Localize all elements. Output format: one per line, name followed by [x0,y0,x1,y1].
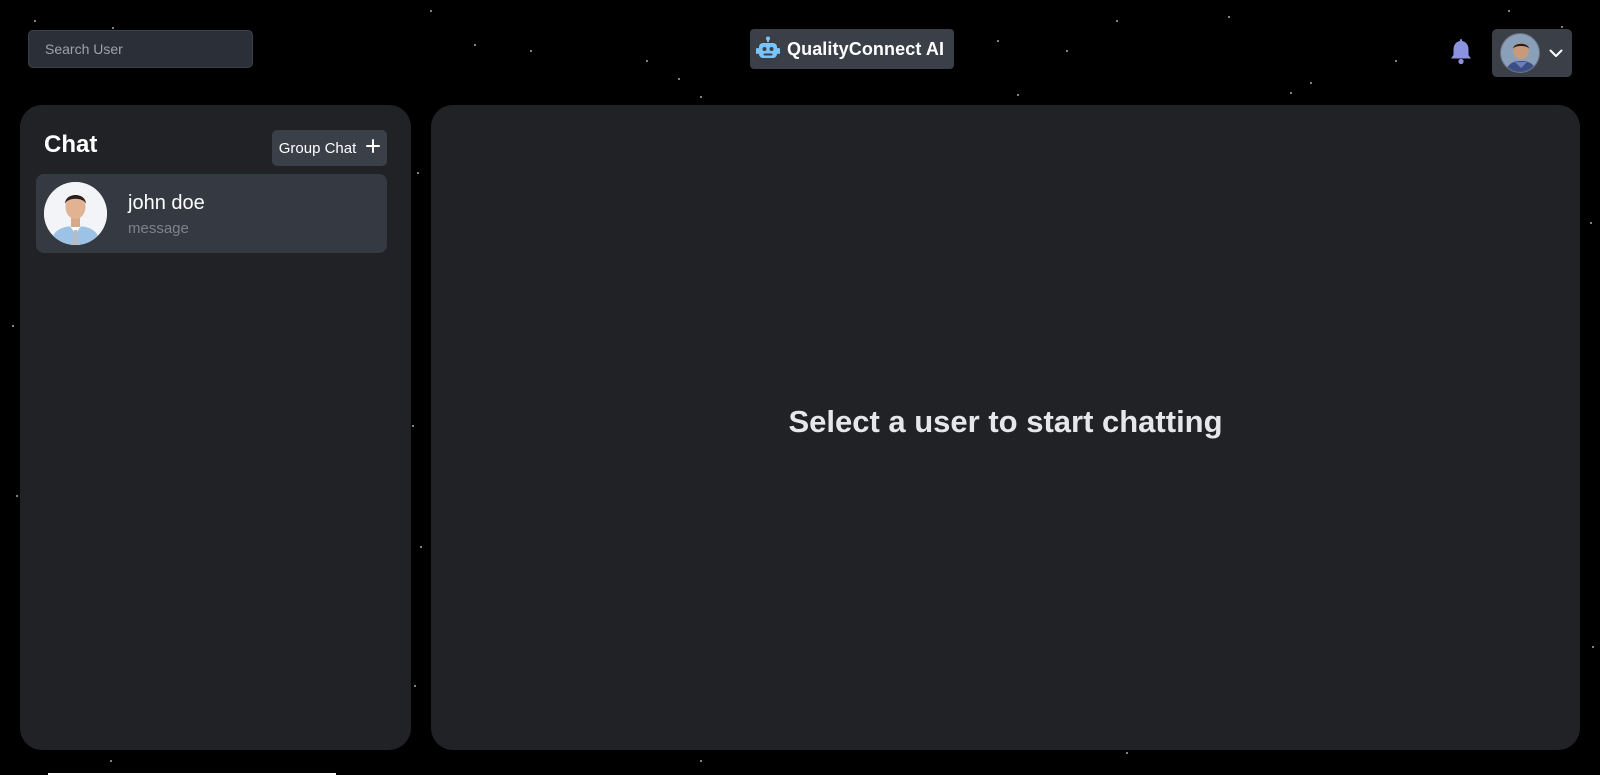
last-message-preview: message [128,220,189,237]
conversation-panel: Select a user to start chatting [431,105,1580,750]
search-input[interactable] [28,30,253,68]
bell-icon [1449,38,1473,70]
chat-list-item[interactable]: john doe message [36,174,387,253]
profile-menu-button[interactable] [1492,29,1572,77]
chat-panel-title: Chat [44,131,98,158]
group-chat-button[interactable]: Group Chat [272,130,387,166]
avatar [1500,33,1540,73]
robot-icon [755,36,781,62]
chat-list-panel: Chat Group Chat john doe message [20,105,411,750]
contact-avatar [44,182,107,245]
empty-state-message: Select a user to start chatting [788,403,1223,439]
notifications-button[interactable] [1448,38,1474,70]
contact-name: john doe [128,192,205,214]
group-chat-label: Group Chat [278,139,357,157]
app-brand: QualityConnect AI [750,29,954,69]
chevron-down-icon [1548,45,1564,61]
plus-icon [366,139,381,157]
app-title: QualityConnect AI [787,38,945,59]
